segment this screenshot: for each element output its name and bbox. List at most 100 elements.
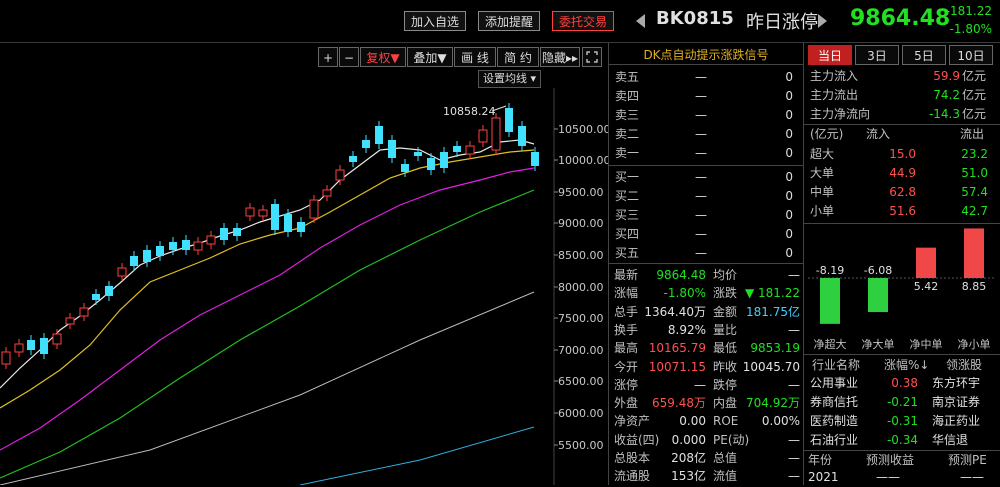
flow-table-label: 小单 (810, 204, 835, 218)
net-flow-bar (916, 247, 936, 278)
fullscreen-icon[interactable] (582, 47, 602, 67)
kline-chart[interactable]: 10500.00 10000.00 9500.00 9000.00 8500.00 800… (0, 88, 608, 485)
quote-label: 总手 (614, 304, 639, 319)
orderbook-row-sell: 卖一 — 0 (613, 144, 803, 163)
net-flow-label: 净中单 (910, 337, 943, 351)
price-axis-tick: 9000.00 (558, 217, 604, 230)
price-axis-tick: 7500.00 (558, 312, 604, 325)
industry-name[interactable]: 公用事业 (810, 374, 858, 393)
tab-3[interactable]: 10日 (949, 45, 993, 65)
orderbook-label: 卖五 (615, 70, 640, 84)
orderbook-price: — (695, 189, 707, 203)
candlestick (182, 240, 190, 250)
quote-label: 外盘 (614, 396, 639, 411)
candlestick (401, 164, 409, 172)
candlestick (117, 267, 127, 277)
quote-value: ▼ 181.22 (744, 286, 800, 301)
industry-name[interactable]: 石油行业 (810, 431, 858, 450)
industry-name[interactable]: 券商信托 (810, 393, 858, 412)
orderbook-row-buy: 买四 — 0 (613, 225, 803, 244)
quote-label: 跌停 (713, 377, 738, 392)
industry-leader[interactable]: 华信退 (932, 431, 968, 450)
quote-label: 总值 (713, 451, 738, 465)
quote-value: 208亿 (671, 451, 706, 465)
header-pct: -1.80% (949, 22, 992, 36)
industry-pct: -0.21 (886, 395, 918, 409)
ma-setting-button[interactable]: 设置均线 ▾ (478, 70, 542, 88)
orderbook-price: — (695, 227, 707, 241)
quote-value: — (694, 377, 706, 392)
add-alert-button[interactable]: 添加提醒 (478, 11, 541, 31)
signal-title[interactable]: DK点自动提示涨跌信号 (610, 46, 802, 63)
price-axis-tick: 6500.00 (558, 375, 604, 388)
high-price-label: 10858.24 (443, 105, 496, 118)
orderbook-price: — (695, 89, 707, 103)
draw-line-button[interactable]: 画 线 (454, 47, 496, 67)
orderbook-price: — (695, 170, 707, 184)
prev-symbol-icon[interactable] (636, 14, 645, 28)
quote-label: 最低 (713, 341, 738, 356)
industry-pct-header[interactable]: 涨幅%↓ (884, 356, 929, 375)
price-axis-tick: 10000.00 (558, 154, 608, 167)
zoom-out-button[interactable]: − (339, 47, 359, 67)
candlestick (440, 152, 448, 168)
industry-leader[interactable]: 东方环宇 (932, 374, 980, 393)
industry-leader[interactable]: 海正药业 (932, 412, 980, 431)
orderbook-row-buy: 买五 — 0 (613, 244, 803, 263)
add-watchlist-button[interactable]: 加入自选 (404, 11, 467, 31)
adjust-button[interactable]: 复权▼ (360, 47, 406, 67)
net-flow-chart: -8.19 净超大 -6.08 净大单 5.42 净中单 8.85 净小单 (808, 228, 996, 351)
header-price: 9864.48 (850, 6, 951, 31)
flow-table-in: 44.9 (889, 166, 916, 180)
candlestick (427, 158, 435, 170)
orderbook-row-sell: 卖四 — 0 (613, 87, 803, 106)
quote-label: 金额 (713, 304, 738, 319)
flow-value: -14.3 (928, 107, 960, 121)
hide-button[interactable]: 隐藏▸▸ (540, 47, 580, 67)
quote-value: — (788, 432, 800, 447)
next-symbol-icon[interactable] (818, 14, 827, 28)
quote-value: — (788, 469, 800, 484)
orderbook-volume: 0 (785, 108, 793, 122)
zoom-in-button[interactable]: + (318, 47, 338, 67)
quote-value: 181.75亿 (746, 304, 800, 319)
overlay-button[interactable]: 叠加▼ (407, 47, 453, 67)
tab-0[interactable]: 当日 (808, 45, 852, 65)
industry-pct: -0.34 (886, 433, 918, 447)
flow-unit: 亿元 (962, 107, 987, 121)
flow-table-out: 42.7 (961, 204, 988, 218)
flow-label: 主力流出 (810, 88, 859, 102)
orderbook-volume: 0 (785, 189, 793, 203)
quote-value: 10045.70 (742, 359, 800, 374)
orderbook-price: — (695, 70, 707, 84)
industry-name[interactable]: 医药制造 (810, 412, 858, 431)
tab-2[interactable]: 5日 (902, 45, 946, 65)
orderbook-row-sell: 卖二 — 0 (613, 125, 803, 144)
net-flow-value: 8.85 (962, 280, 987, 293)
orderbook-volume: 0 (785, 89, 793, 103)
orderbook-volume: 0 (785, 208, 793, 222)
quote-value: — (788, 322, 800, 337)
industry-pct: -0.31 (886, 414, 918, 428)
candlestick (518, 126, 526, 146)
orderbook-volume: 0 (785, 170, 793, 184)
quote-value: 10165.79 (648, 341, 706, 356)
tab-1[interactable]: 3日 (855, 45, 899, 65)
candlestick (1, 351, 11, 365)
candlestick (143, 250, 151, 262)
net-flow-label: 净大单 (862, 337, 895, 351)
quote-value: — (788, 377, 800, 392)
ma-line-green (0, 189, 535, 479)
industry-leader[interactable]: 南京证券 (932, 393, 980, 412)
candlestick (505, 108, 513, 132)
net-flow-bar (964, 228, 984, 278)
trade-order-button[interactable]: 委托交易 (552, 11, 615, 31)
net-flow-value: 5.42 (914, 280, 939, 293)
candlestick (130, 256, 138, 266)
candlestick (220, 228, 228, 240)
candlestick (233, 228, 241, 236)
orderbook-label: 卖四 (615, 89, 640, 103)
simple-mode-button[interactable]: 简 约 (497, 47, 539, 67)
quote-label: 流值 (713, 469, 738, 484)
quote-label: 内盘 (713, 396, 738, 411)
